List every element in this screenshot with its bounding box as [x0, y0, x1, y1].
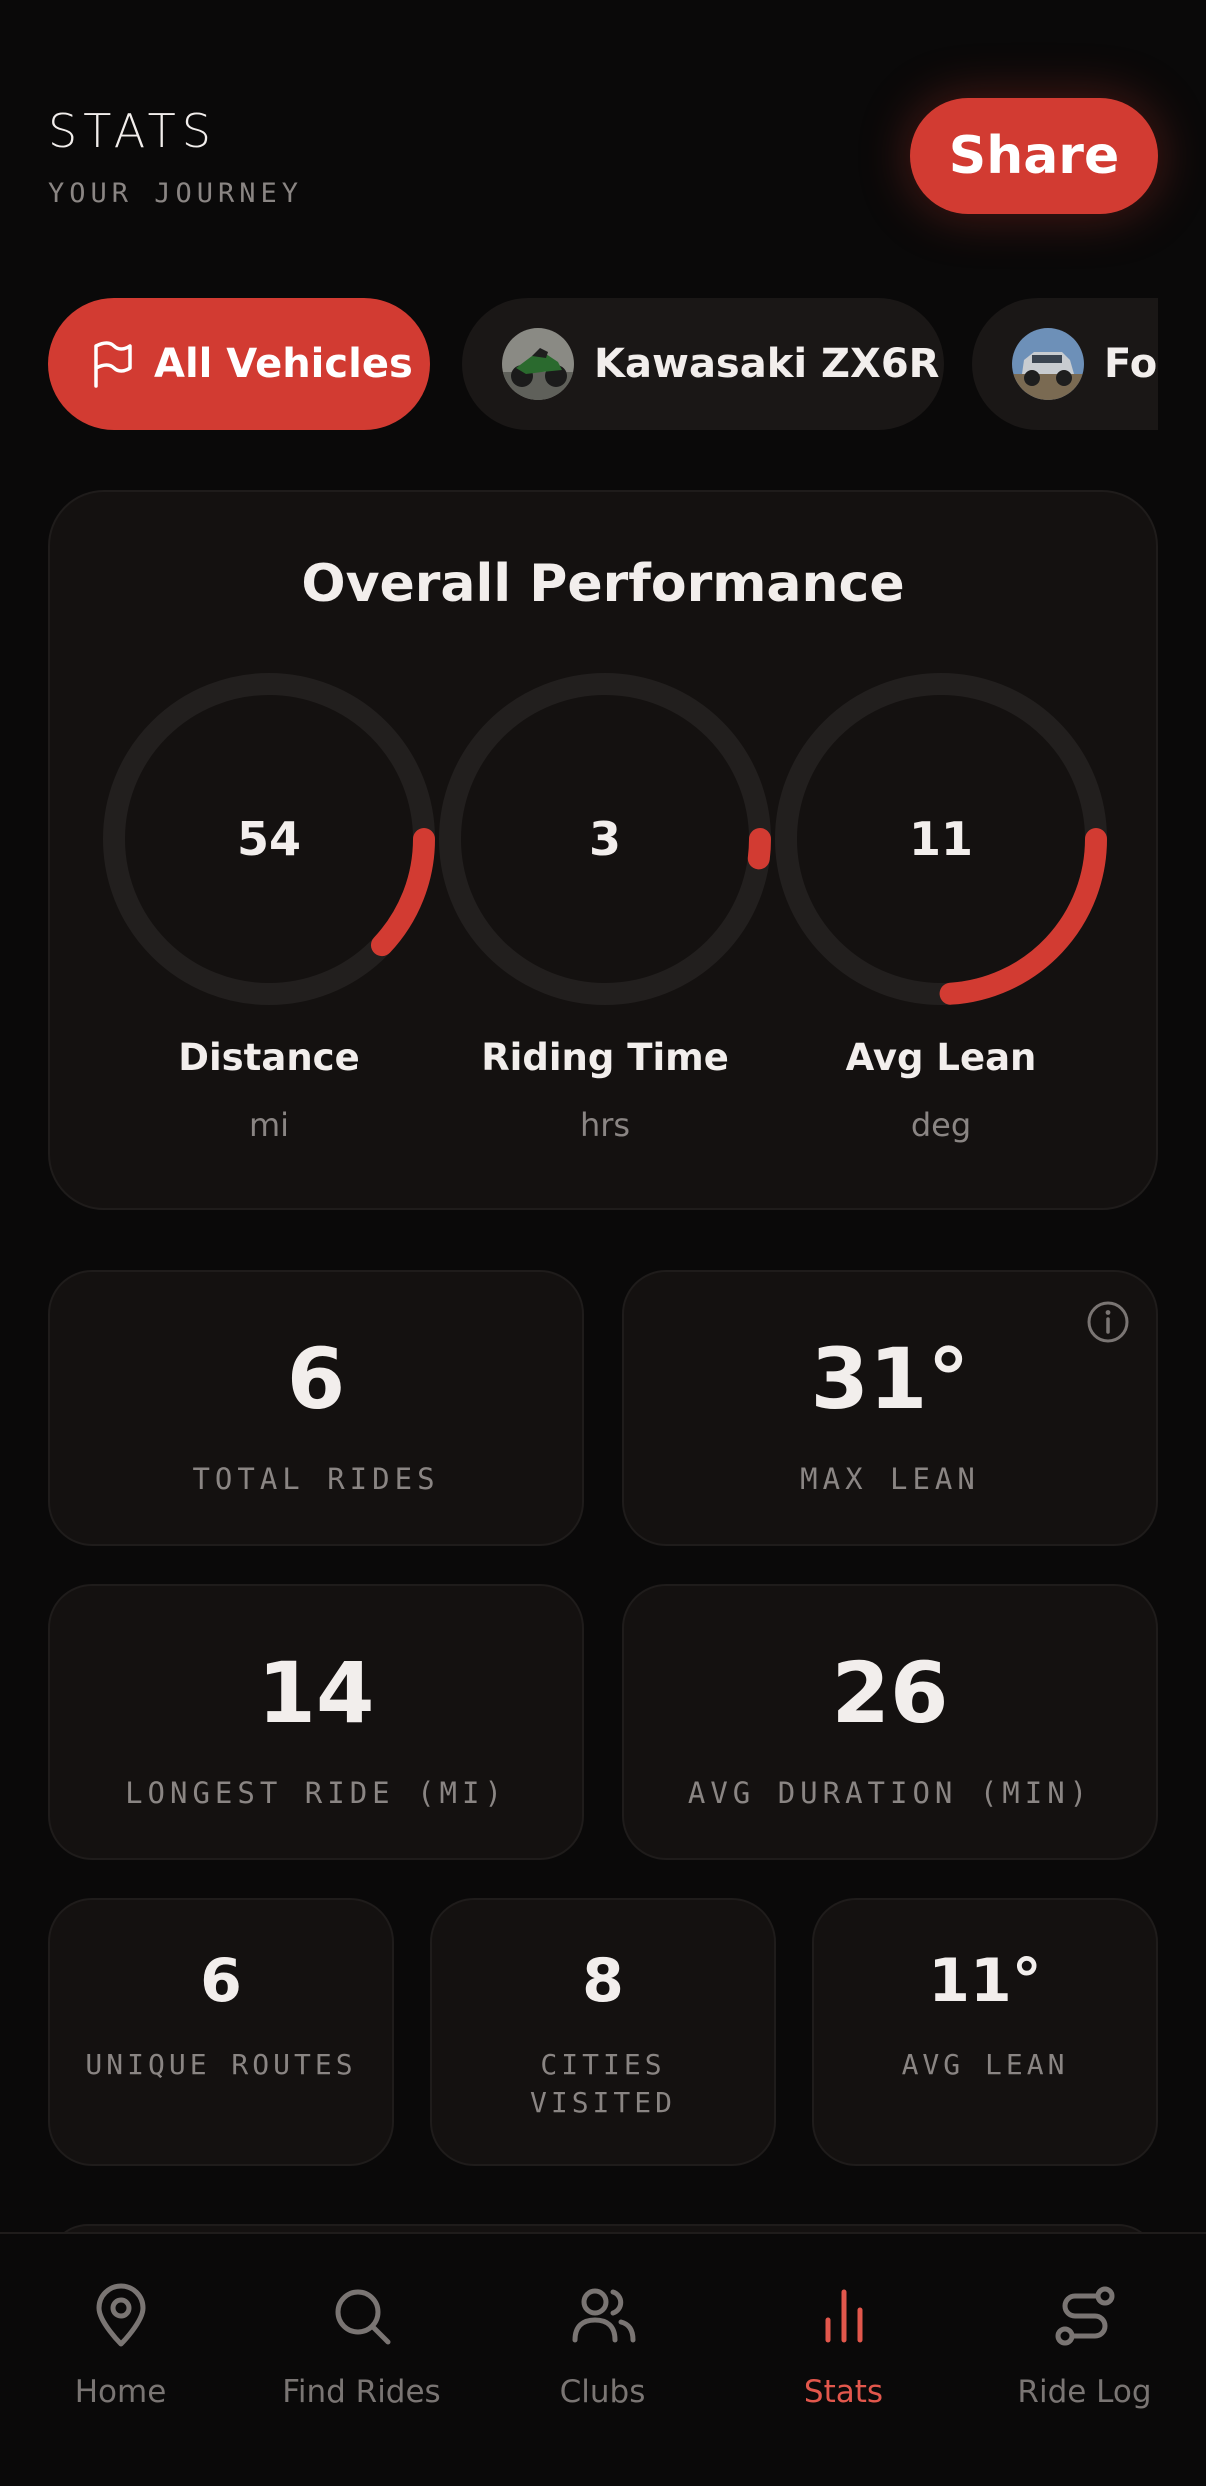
cities-visited-label: CITIES VISITED: [432, 2046, 774, 2122]
chip-label: Kawasaki ZX6R: [594, 341, 940, 387]
nav-ride-log-label: Ride Log: [1017, 2374, 1152, 2410]
riding-time-value: 3: [588, 812, 621, 866]
avg-lean-value: 11: [908, 812, 973, 866]
max-lean-card[interactable]: 31° MAX LEAN: [622, 1270, 1158, 1546]
nav-clubs-label: Clubs: [559, 2374, 646, 2410]
page-title: STATS: [48, 104, 217, 158]
cities-visited-card[interactable]: 8 CITIES VISITED: [430, 1898, 776, 2166]
flag-icon: [90, 340, 134, 388]
longest-ride-card[interactable]: 14 LONGEST RIDE (MI): [48, 1584, 584, 1860]
page-subtitle: YOUR JOURNEY: [48, 178, 304, 209]
cities-visited-value: 8: [582, 1946, 624, 2016]
riding-time-unit: hrs: [579, 1106, 631, 1144]
avg-lean-label: Avg Lean: [845, 1036, 1037, 1079]
nav-stats[interactable]: Stats: [723, 2280, 964, 2410]
avg-lean-gauge: 11: [774, 672, 1108, 1006]
bottom-nav: Home Find Rides Clubs Stats Ride Log: [0, 2232, 1206, 2486]
avg-lean-unit: deg: [910, 1106, 972, 1144]
distance-unit: mi: [248, 1106, 290, 1144]
chip-label: All Vehicles: [154, 341, 413, 387]
avg-lean-stat-value: 11°: [928, 1946, 1042, 2016]
truck-avatar: [1012, 328, 1084, 400]
cities-visited-label-line1: CITIES: [540, 2048, 666, 2081]
search-icon: [335, 2289, 390, 2345]
max-lean-label: MAX LEAN: [800, 1462, 980, 1496]
overall-performance-title: Overall Performance: [301, 554, 905, 614]
avg-lean-card[interactable]: 11° AVG LEAN: [812, 1898, 1158, 2166]
riding-time-gauge: 3: [438, 672, 772, 1006]
vehicle-filter-row: All Vehicles Kawasaki ZX6R Fo: [48, 296, 1158, 432]
overall-performance-card: Overall Performance 54 Distance mi 3 Rid…: [48, 490, 1158, 1210]
distance-value: 54: [236, 812, 301, 866]
total-rides-value: 6: [286, 1330, 346, 1428]
avg-duration-value: 26: [831, 1644, 949, 1742]
bar-chart-icon: [825, 2289, 862, 2343]
nav-clubs[interactable]: Clubs: [482, 2280, 723, 2410]
total-rides-label: TOTAL RIDES: [192, 1462, 440, 1496]
distance-label: Distance: [178, 1036, 360, 1079]
nav-find-rides[interactable]: Find Rides: [241, 2280, 482, 2410]
longest-ride-value: 14: [257, 1644, 375, 1742]
cities-visited-label-line2: VISITED: [529, 2086, 676, 2119]
nav-ride-log[interactable]: Ride Log: [964, 2280, 1205, 2410]
riding-time-label: Riding Time: [481, 1036, 729, 1079]
users-icon: [572, 2288, 635, 2343]
share-button[interactable]: Share: [910, 98, 1158, 214]
max-lean-value: 31°: [810, 1330, 970, 1428]
map-pin-icon: [96, 2283, 145, 2347]
total-rides-card[interactable]: 6 TOTAL RIDES: [48, 1270, 584, 1546]
avg-lean-stat-label: AVG LEAN: [901, 2048, 1069, 2081]
chip-kawasaki[interactable]: Kawasaki ZX6R: [462, 298, 944, 430]
avg-duration-card[interactable]: 26 AVG DURATION (MIN): [622, 1584, 1158, 1860]
chip-ford[interactable]: For: [972, 298, 1158, 430]
unique-routes-card[interactable]: 6 UNIQUE ROUTES: [48, 1898, 394, 2166]
longest-ride-label: LONGEST RIDE (MI): [125, 1776, 507, 1810]
nav-home[interactable]: Home: [0, 2280, 241, 2410]
nav-find-rides-label: Find Rides: [282, 2374, 441, 2410]
chip-all-vehicles[interactable]: All Vehicles: [48, 298, 430, 430]
avg-duration-label: AVG DURATION (MIN): [687, 1776, 1093, 1810]
nav-home-label: Home: [74, 2374, 167, 2410]
distance-gauge: 54: [102, 672, 436, 1006]
nav-stats-label: Stats: [803, 2374, 884, 2410]
chip-label: For: [1104, 341, 1158, 387]
unique-routes-label: UNIQUE ROUTES: [85, 2048, 357, 2081]
motorcycle-avatar: [502, 328, 574, 400]
route-icon: [1055, 2286, 1114, 2346]
unique-routes-value: 6: [200, 1946, 242, 2016]
